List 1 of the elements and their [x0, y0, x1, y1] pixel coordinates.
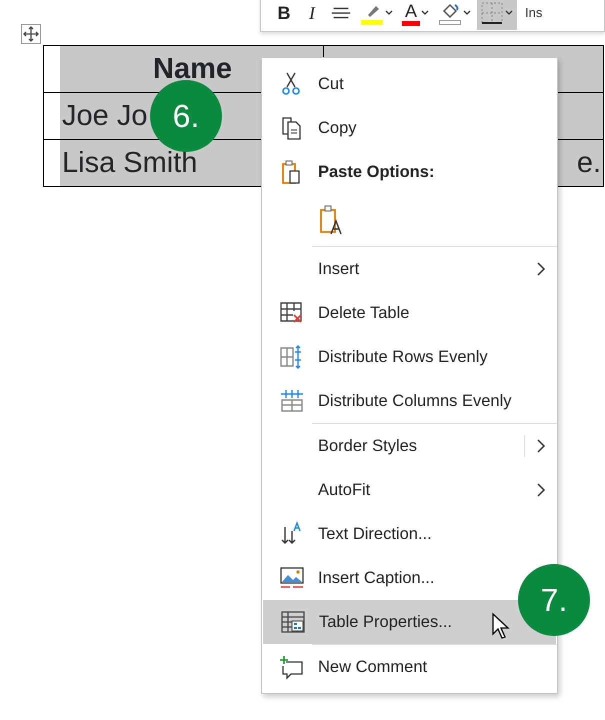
- toolbar-text: Ins: [525, 4, 542, 22]
